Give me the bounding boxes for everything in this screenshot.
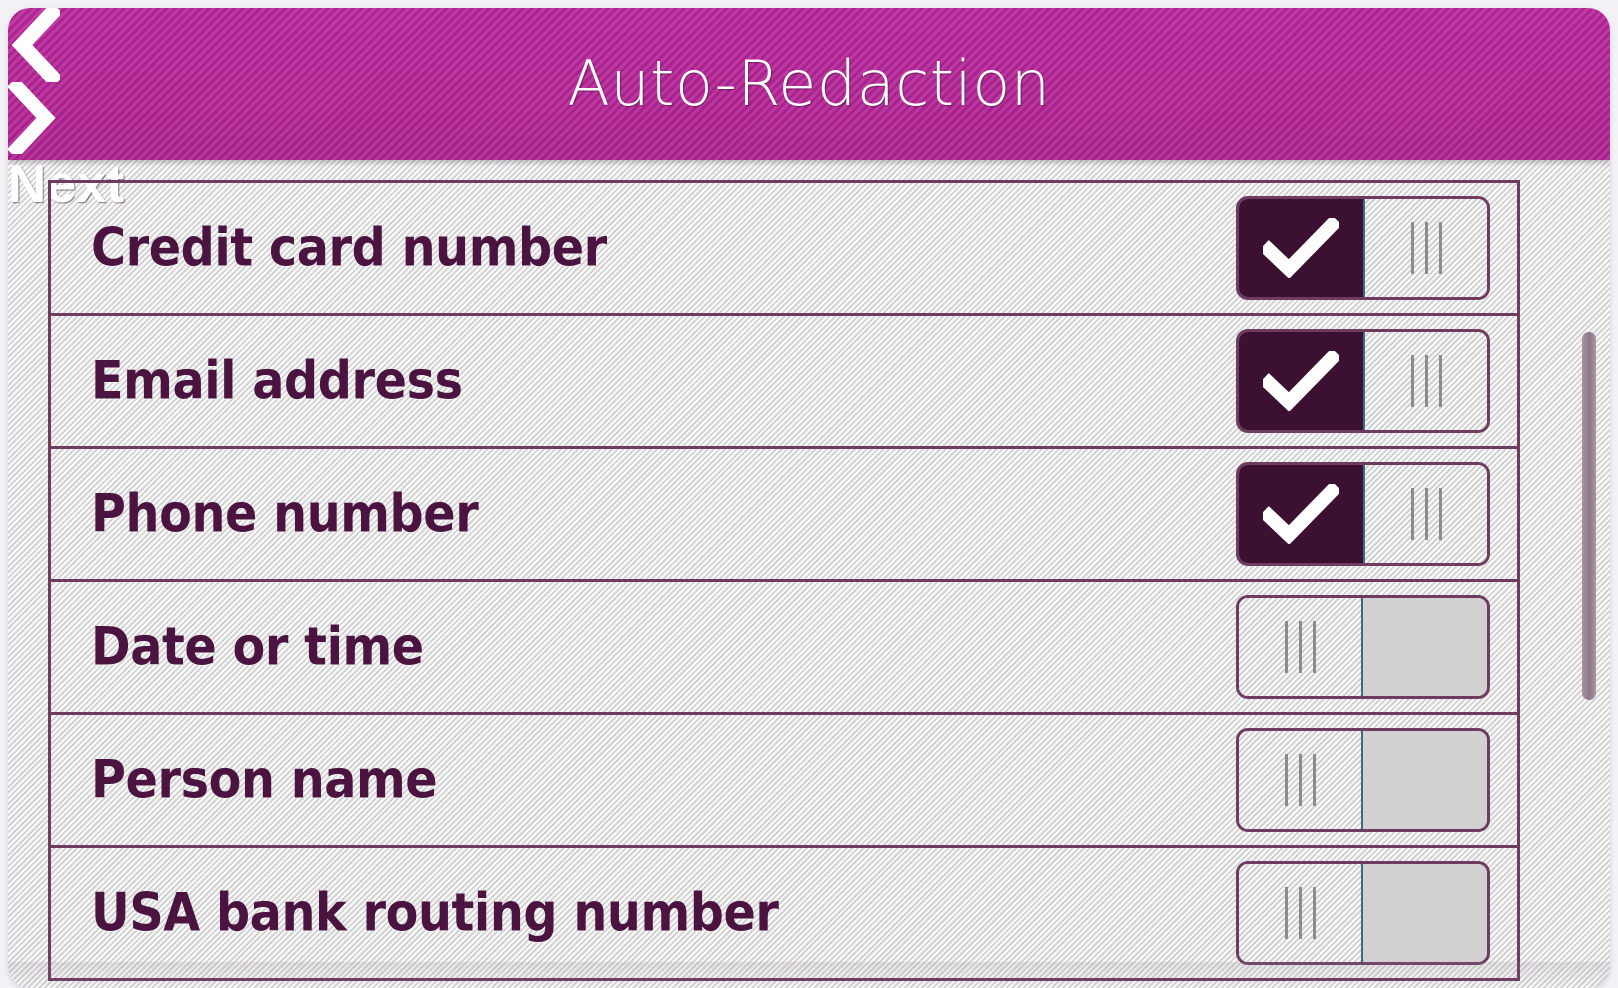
chevron-right-icon [8, 82, 330, 154]
redaction-list: Credit card number Email address Phone n… [48, 180, 1520, 981]
grip-lines-icon [1284, 754, 1316, 806]
list-row[interactable]: Phone number [51, 449, 1520, 582]
toggle-track [1363, 598, 1487, 696]
toggle-switch[interactable] [1236, 196, 1490, 300]
list-row[interactable]: Person name [51, 715, 1520, 848]
list-item-label: Person name [91, 749, 438, 811]
toggle-switch[interactable] [1236, 861, 1490, 965]
grip-lines-icon [1410, 488, 1442, 540]
chevron-left-icon [8, 8, 148, 82]
list-row[interactable]: USA bank routing number [51, 848, 1520, 981]
list-item-label: Credit card number [91, 217, 607, 279]
toggle-switch[interactable] [1236, 329, 1490, 433]
toggle-check-face [1239, 332, 1363, 430]
toggle-knob[interactable] [1239, 864, 1363, 962]
grip-lines-icon [1284, 887, 1316, 939]
list-row[interactable]: Date or time [51, 582, 1520, 715]
toggle-switch[interactable] [1236, 595, 1490, 699]
toggle-check-face [1239, 465, 1363, 563]
grip-lines-icon [1410, 222, 1442, 274]
toggle-knob[interactable] [1363, 332, 1487, 430]
grip-lines-icon [1284, 621, 1316, 673]
app-window: Auto-Redaction Next Credit card number E… [8, 8, 1610, 988]
scrollbar-track[interactable] [1582, 326, 1596, 988]
grip-lines-icon [1410, 355, 1442, 407]
scrollbar-thumb[interactable] [1582, 332, 1596, 700]
check-icon [1263, 484, 1339, 544]
toggle-knob[interactable] [1363, 199, 1487, 297]
header-bar: Auto-Redaction Next [8, 8, 1610, 214]
list-item-label: Email address [91, 350, 463, 412]
toggle-switch[interactable] [1236, 728, 1490, 832]
list-row[interactable]: Email address [51, 316, 1520, 449]
toggle-switch[interactable] [1236, 462, 1490, 566]
redaction-list-viewport: Credit card number Email address Phone n… [8, 160, 1610, 988]
toggle-track [1363, 864, 1487, 962]
check-icon [1263, 351, 1339, 411]
toggle-track [1363, 731, 1487, 829]
list-item-label: Date or time [91, 616, 424, 678]
toggle-check-face [1239, 199, 1363, 297]
toggle-knob[interactable] [1363, 465, 1487, 563]
toggle-knob[interactable] [1239, 731, 1363, 829]
list-row[interactable]: Credit card number [51, 183, 1520, 316]
list-item-label: USA bank routing number [91, 882, 779, 944]
list-item-label: Phone number [91, 483, 479, 545]
check-icon [1263, 218, 1339, 278]
toggle-knob[interactable] [1239, 598, 1363, 696]
back-button[interactable] [8, 8, 148, 82]
